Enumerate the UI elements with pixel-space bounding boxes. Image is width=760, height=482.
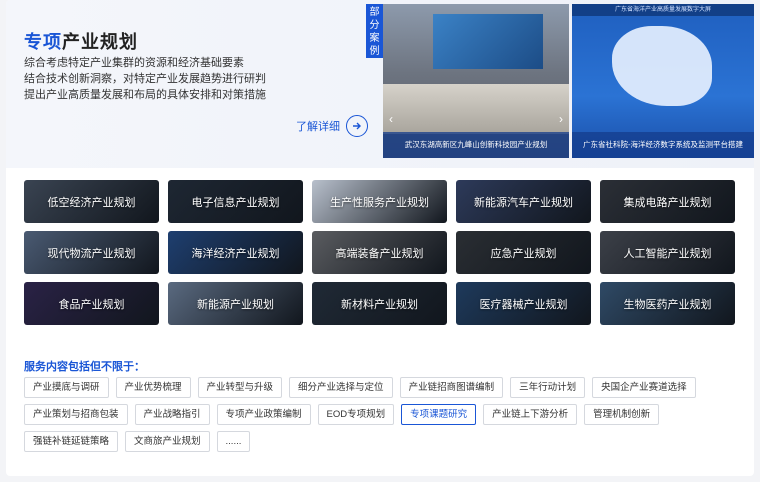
industry-tile-label: 新能源汽车产业规划 [474, 196, 573, 209]
service-tag[interactable]: 产业链招商图谱编制 [399, 377, 504, 398]
industry-tile[interactable]: 新能源汽车产业规划 [456, 180, 591, 223]
meeting-screen [433, 14, 543, 69]
services-heading: 服务内容包括但不限于： [24, 361, 145, 373]
carousel-next-icon[interactable]: › [559, 112, 563, 126]
service-tag[interactable]: 强链补链延链策略 [24, 431, 119, 452]
industry-tile-label: 生物医药产业规划 [623, 298, 712, 311]
industry-tile-label: 高端装备产业规划 [335, 247, 424, 260]
service-tag[interactable]: 产业战略指引 [134, 404, 210, 425]
service-tag[interactable]: 专项产业政策编制 [216, 404, 311, 425]
service-tag[interactable]: 细分产业选择与定位 [289, 377, 393, 398]
industry-tile-label: 生产性服务产业规划 [330, 196, 429, 209]
industry-tile[interactable]: 医疗器械产业规划 [456, 282, 591, 325]
industry-tile[interactable]: 新材料产业规划 [312, 282, 447, 325]
hero-description: 综合考虑特定产业集群的资源和经济基础要素 结合技术创新洞察，对特定产业发展趋势进… [24, 55, 274, 103]
service-tag[interactable]: ...... [216, 431, 251, 452]
service-tag[interactable]: 产业策划与招商包装 [24, 404, 128, 425]
service-tag[interactable]: 三年行动计划 [510, 377, 586, 398]
hero-desc-line: 综合考虑特定产业集群的资源和经济基础要素 [24, 57, 244, 69]
industry-tile[interactable]: 低空经济产业规划 [24, 180, 159, 223]
service-tag[interactable]: EOD专项规划 [317, 404, 395, 425]
learn-more-link[interactable]: 了解详细 [296, 115, 368, 137]
hero-desc-line: 结合技术创新洞察，对特定产业发展趋势进行研判 [24, 73, 266, 85]
service-tag[interactable]: 文商旅产业规划 [125, 431, 210, 452]
industry-tile[interactable]: 集成电路产业规划 [600, 180, 735, 223]
page-title: 专项产业规划 [24, 32, 138, 52]
industry-tile-label: 低空经济产业规划 [47, 196, 136, 209]
industry-tile-label: 食品产业规划 [58, 298, 125, 311]
industry-tile-label: 医疗器械产业规划 [479, 298, 568, 311]
industry-tile-label: 新能源产业规划 [197, 298, 274, 311]
service-tag[interactable]: 产业转型与升级 [197, 377, 283, 398]
industry-tile[interactable]: 高端装备产业规划 [312, 231, 447, 274]
case-image-dashboard[interactable]: 广东省海洋产业高质量发展数字大屏 广东省社科院-海洋经济数字系统及监测平台搭建 [572, 4, 754, 158]
industry-tile[interactable]: 应急产业规划 [456, 231, 591, 274]
service-tag[interactable]: 产业链上下游分析 [483, 404, 578, 425]
industry-tile-label: 集成电路产业规划 [623, 196, 712, 209]
service-tag[interactable]: 产业优势梳理 [115, 377, 191, 398]
service-tag[interactable]: 央国企产业赛道选择 [592, 377, 696, 398]
industry-tile[interactable]: 电子信息产业规划 [168, 180, 303, 223]
industry-tile-grid: 低空经济产业规划 电子信息产业规划 生产性服务产业规划 新能源汽车产业规划 集成电路产业… [24, 180, 736, 325]
meeting-table [383, 84, 569, 134]
industry-tile[interactable]: 人工智能产业规划 [600, 231, 735, 274]
learn-more-label: 了解详细 [296, 121, 340, 133]
industry-tile-label: 海洋经济产业规划 [191, 247, 280, 260]
carousel-prev-icon[interactable]: ‹ [389, 112, 393, 126]
industry-tile[interactable]: 食品产业规划 [24, 282, 159, 325]
industry-tile[interactable]: 生物医药产业规划 [600, 282, 735, 325]
industry-tile-label: 电子信息产业规划 [191, 196, 280, 209]
industry-tile-label: 人工智能产业规划 [623, 247, 712, 260]
industry-tile-label: 应急产业规划 [490, 247, 557, 260]
industry-tile[interactable]: 生产性服务产业规划 [312, 180, 447, 223]
arrow-right-icon [346, 115, 368, 137]
industry-tile-label: 现代物流产业规划 [47, 247, 136, 260]
hero-desc-line: 提出产业高质量发展和布局的具体安排和对策措施 [24, 89, 266, 101]
case-image-meeting[interactable]: 武汉东湖高新区九峰山创新科技园产业规划 [383, 4, 569, 158]
industry-tile[interactable]: 海洋经济产业规划 [168, 231, 303, 274]
dashboard-title: 广东省海洋产业高质量发展数字大屏 [572, 4, 754, 16]
service-tag[interactable]: 产业摸底与调研 [24, 377, 109, 398]
service-tag[interactable]: 专项课题研究 [401, 404, 477, 425]
map-graphic [612, 26, 712, 106]
case-caption: 武汉东湖高新区九峰山创新科技园产业规划 [383, 132, 569, 158]
hero-banner: 专项产业规划 综合考虑特定产业集群的资源和经济基础要素 结合技术创新洞察，对特定… [6, 0, 754, 168]
planning-card: 专项产业规划 综合考虑特定产业集群的资源和经济基础要素 结合技术创新洞察，对特定… [6, 0, 754, 476]
service-tag-list: 产业摸底与调研 产业优势梳理 产业转型与升级 细分产业选择与定位 产业链招商图谱编制 三年… [24, 377, 736, 452]
case-caption: 广东省社科院-海洋经济数字系统及监测平台搭建 [572, 132, 754, 158]
case-tag: 部分案例 [366, 4, 383, 58]
industry-tile[interactable]: 现代物流产业规划 [24, 231, 159, 274]
service-tag[interactable]: 管理机制创新 [584, 404, 660, 425]
industry-tile[interactable]: 新能源产业规划 [168, 282, 303, 325]
industry-tile-label: 新材料产业规划 [341, 298, 418, 311]
